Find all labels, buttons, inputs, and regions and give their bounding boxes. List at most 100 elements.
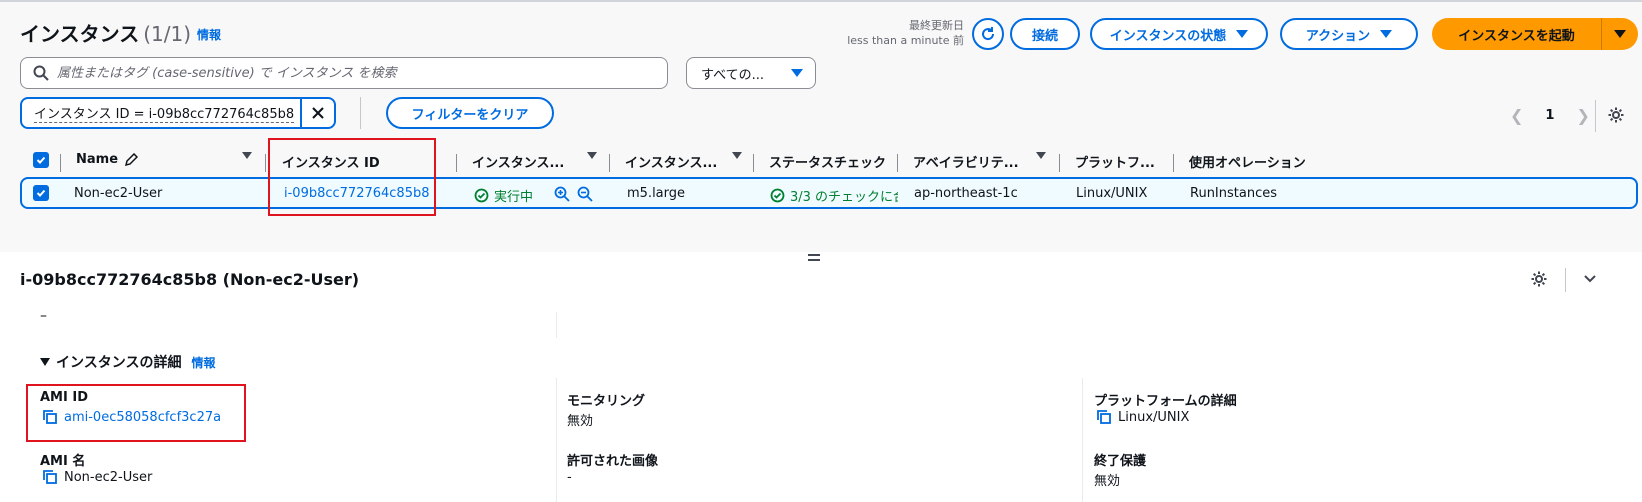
- empty-value: –: [40, 308, 47, 324]
- column-header-status-check[interactable]: ステータスチェック: [769, 152, 895, 171]
- prev-page-icon[interactable]: ❮: [1510, 106, 1523, 125]
- launch-instance-main[interactable]: インスタンスを起動: [1432, 18, 1602, 50]
- column-divider: [265, 154, 266, 172]
- column-header-usage-operation[interactable]: 使用オペレーション: [1189, 152, 1306, 171]
- cell-name: Non-ec2-User: [74, 186, 162, 201]
- current-page[interactable]: 1: [1545, 108, 1554, 123]
- highlight-box: [26, 384, 246, 442]
- refresh-button[interactable]: [972, 18, 1004, 50]
- column-header-label: Name: [76, 152, 119, 167]
- column-header-label: 使用オペレーション: [1189, 156, 1306, 171]
- checkbox[interactable]: [33, 185, 49, 201]
- check-circle-icon: [474, 188, 489, 203]
- search-input[interactable]: [57, 65, 647, 81]
- cell-instance-type: m5.large: [627, 186, 685, 201]
- caret-down-icon: [1236, 30, 1249, 38]
- termination-protection-label: 終了保護: [1094, 454, 1147, 469]
- select-all-checkbox[interactable]: [33, 152, 49, 168]
- copy-icon[interactable]: [42, 469, 58, 485]
- column-divider: [556, 378, 557, 502]
- instance-state-button[interactable]: インスタンスの状態: [1090, 18, 1268, 50]
- column-header-platform[interactable]: プラットフ...: [1075, 152, 1155, 171]
- column-divider: [556, 312, 557, 338]
- check-icon: [36, 189, 46, 197]
- usage-operation-text: RunInstances: [1190, 186, 1277, 201]
- cell-availability-zone: ap-northeast-1c: [914, 186, 1018, 201]
- page-title-text: インスタンス: [20, 22, 140, 46]
- details-settings-button[interactable]: [1530, 270, 1548, 292]
- last-updated-label: 最終更新日: [909, 19, 964, 32]
- resize-handle[interactable]: [808, 254, 820, 264]
- next-page-icon[interactable]: ❯: [1576, 106, 1589, 125]
- column-header-instance-type[interactable]: インスタンス...: [625, 152, 717, 171]
- sort-icon[interactable]: [242, 152, 252, 159]
- caret-down-icon: [1614, 30, 1626, 38]
- zoom-out-icon[interactable]: [577, 186, 593, 202]
- cell-status-check: 3/3 のチェックに合格しました: [770, 186, 898, 205]
- checkbox[interactable]: [33, 152, 49, 168]
- copy-icon[interactable]: [1096, 409, 1112, 425]
- launch-instance-dropdown[interactable]: [1602, 18, 1638, 50]
- gear-icon: [1608, 107, 1624, 123]
- column-header-name[interactable]: Name: [76, 152, 139, 167]
- availability-zone-text: ap-northeast-1c: [914, 186, 1018, 201]
- row-checkbox[interactable]: [33, 185, 49, 201]
- search-icon: [33, 65, 49, 81]
- details-title: i-09b8cc772764c85b8 (Non-ec2-User): [20, 270, 360, 289]
- table-settings-button[interactable]: [1607, 106, 1625, 128]
- ami-name-text: Non-ec2-User: [64, 469, 153, 485]
- ami-name-value: Non-ec2-User: [42, 469, 152, 485]
- sort-icon[interactable]: [1036, 152, 1046, 159]
- platform-details-value: Linux/UNIX: [1096, 409, 1189, 425]
- monitoring-value: 無効: [567, 414, 594, 429]
- column-divider: [1082, 378, 1083, 502]
- page-title: インスタンス (1/1) 情報: [20, 18, 221, 47]
- termination-protection-value: 無効: [1094, 474, 1121, 489]
- caret-down-icon: [791, 69, 803, 77]
- section-title: インスタンスの詳細: [56, 355, 182, 371]
- column-header-label: インスタンス...: [625, 156, 718, 171]
- collapse-panel-button[interactable]: [1582, 270, 1598, 290]
- divider: [360, 97, 361, 129]
- table-header: Name インスタンス ID インスタンス... インスタンス... ステータス…: [20, 148, 1638, 176]
- search-box[interactable]: [20, 57, 668, 89]
- monitoring-label: モニタリング: [567, 394, 646, 409]
- connect-button[interactable]: 接続: [1010, 18, 1080, 50]
- clear-filters-button[interactable]: フィルターをクリア: [386, 97, 554, 129]
- sort-icon[interactable]: [587, 152, 597, 159]
- table-row[interactable]: Non-ec2-User i-09b8cc772764c85b8 実行中 m5.…: [20, 177, 1638, 209]
- cell-instance-state: 実行中: [474, 186, 533, 205]
- filter-token-label-wrap[interactable]: インスタンス ID = i-09b8cc772764c85b8: [22, 99, 300, 127]
- cell-usage-operation: RunInstances: [1190, 186, 1277, 201]
- check-circle-icon: [770, 188, 785, 203]
- ami-name-label: AMI 名: [40, 454, 86, 469]
- info-link[interactable]: 情報: [197, 28, 221, 42]
- column-divider: [1173, 154, 1174, 172]
- filter-token-remove[interactable]: [300, 99, 334, 127]
- filter-token[interactable]: インスタンス ID = i-09b8cc772764c85b8: [20, 97, 336, 129]
- instance-details-section-toggle[interactable]: インスタンスの詳細 情報: [40, 352, 215, 372]
- allowed-image-value: -: [567, 470, 572, 485]
- column-header-label: アベイラビリテ...: [913, 156, 1019, 171]
- actions-button[interactable]: アクション: [1280, 18, 1418, 50]
- column-divider: [456, 154, 457, 172]
- launch-instance-label: インスタンスを起動: [1458, 28, 1575, 44]
- column-header-instance-state[interactable]: インスタンス...: [472, 152, 564, 171]
- status-check-text: 3/3 のチェックに合格しました: [790, 190, 898, 205]
- refresh-icon: [982, 27, 995, 41]
- zoom-in-icon[interactable]: [554, 186, 570, 202]
- column-header-label: ステータスチェック: [769, 156, 887, 171]
- instance-count: (1/1): [143, 22, 191, 46]
- section-info-link[interactable]: 情報: [191, 354, 215, 371]
- connect-button-label: 接続: [1031, 28, 1058, 44]
- platform-details-label: プラットフォームの詳細: [1094, 394, 1237, 409]
- last-updated: 最終更新日 less than a minute 前: [830, 18, 964, 48]
- sort-icon[interactable]: [732, 152, 742, 159]
- column-divider: [60, 154, 61, 172]
- caret-down-icon: [1380, 30, 1393, 38]
- state-filter-select[interactable]: すべての...: [686, 57, 816, 89]
- close-icon: [312, 107, 324, 119]
- column-header-availability-zone[interactable]: アベイラビリテ...: [913, 152, 1019, 171]
- launch-instance-button[interactable]: インスタンスを起動: [1432, 18, 1638, 50]
- column-divider: [1059, 154, 1060, 172]
